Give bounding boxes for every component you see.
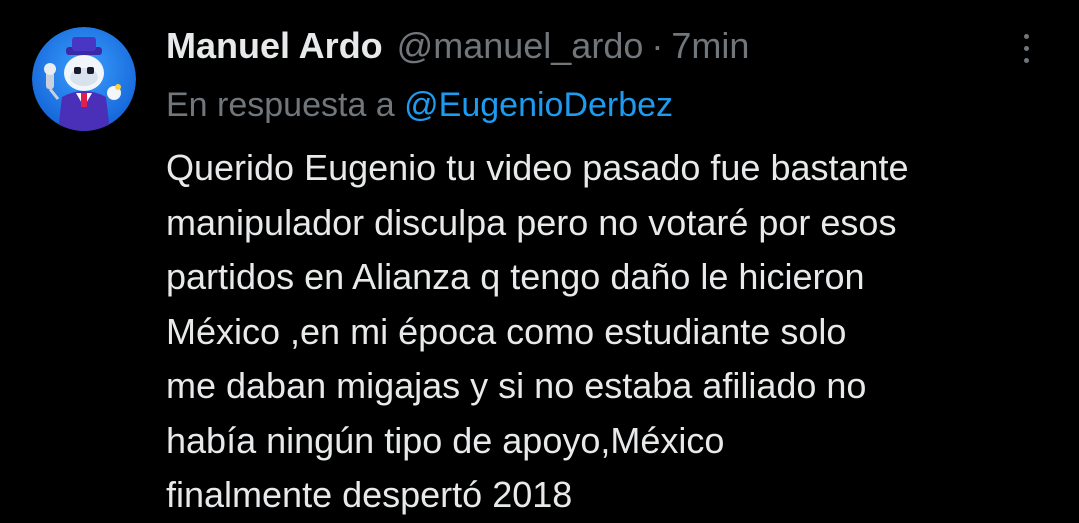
reply-context: En respuesta a @EugenioDerbez bbox=[166, 82, 673, 128]
tweet-body-line: manipulador disculpa pero no votaré por … bbox=[166, 201, 897, 243]
author-display-name[interactable]: Manuel Ardo bbox=[166, 24, 383, 68]
tweet-body: Querido Eugenio tu video pasado fue bast… bbox=[166, 141, 1066, 523]
more-vertical-icon[interactable] bbox=[1010, 28, 1042, 68]
tweet-body-line: partidos en Alianza q tengo daño le hici… bbox=[166, 256, 865, 297]
tweet-header: Manuel Ardo @manuel_ardo · 7min bbox=[166, 24, 749, 68]
tweet-body-line: finalmente despertó 2018 bbox=[166, 474, 573, 515]
tweet-body-line: me daban migajas y si no estaba afiliado… bbox=[166, 365, 867, 406]
author-handle[interactable]: @manuel_ardo bbox=[397, 24, 644, 68]
more-dot bbox=[1023, 33, 1029, 39]
tweet-body-line: Querido Eugenio tu video pasado fue bast… bbox=[166, 147, 909, 188]
tweet-timestamp[interactable]: 7min bbox=[671, 24, 749, 68]
header-separator: · bbox=[651, 25, 664, 66]
more-dot bbox=[1023, 45, 1029, 51]
reply-mention-link[interactable]: @EugenioDerbez bbox=[404, 86, 673, 124]
author-avatar[interactable] bbox=[32, 27, 136, 131]
reply-prefix: En respuesta a bbox=[166, 86, 395, 124]
robot-mascot-avatar-icon bbox=[32, 27, 136, 131]
more-dot bbox=[1023, 57, 1029, 63]
tweet-card[interactable]: Manuel Ardo @manuel_ardo · 7min En respu… bbox=[0, 0, 1079, 522]
tweet-body-line: había ningún tipo de apoyo,México bbox=[166, 419, 725, 461]
tweet-body-line: México ,en mi época como estudiante solo bbox=[166, 310, 847, 352]
